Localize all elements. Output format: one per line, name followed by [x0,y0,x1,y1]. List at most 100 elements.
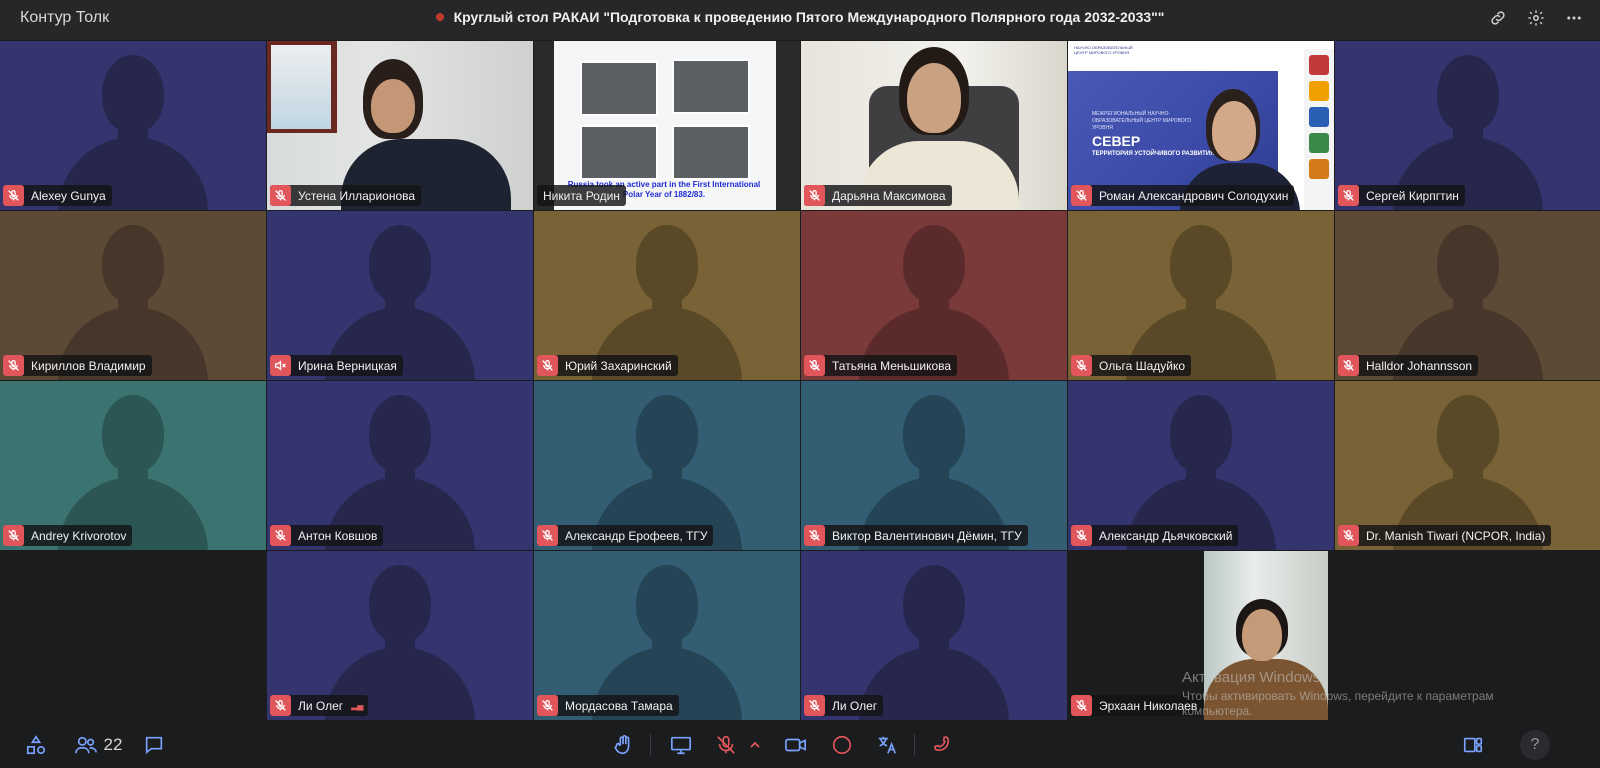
watermark-title: Активация Windows [1182,669,1321,686]
mic-off-icon [1071,525,1092,546]
participant-tile[interactable]: Кириллов Владимир [0,211,266,380]
participant-name: Виктор Валентинович Дёмин, ТГУ [832,528,1022,543]
name-tag: Ольга Шадуйко [1071,355,1192,376]
participant-tile[interactable]: Юрий Захаринский [534,211,800,380]
microphone-muted-icon[interactable] [714,733,738,757]
mic-off-icon [1338,185,1359,206]
mic-off-icon [804,525,825,546]
mic-off-icon [804,185,825,206]
participant-name: Ольга Шадуйко [1099,358,1186,373]
mic-off-icon [270,695,291,716]
empty-tile [0,551,266,720]
participant-name: Andrey Krivorotov [31,528,127,543]
participant-tile[interactable]: Устена Илларионова [267,41,533,210]
name-tag: Юрий Захаринский [537,355,678,376]
participant-tile[interactable]: Halldor Johannsson [1335,211,1600,380]
leave-call-icon[interactable] [930,733,956,757]
participant-name: Александр Дьячковский [1099,528,1233,543]
chat-icon[interactable] [142,733,166,757]
brand-center-text: МЕЖРЕГИОНАЛЬНЫЙ НАУЧНО-ОБРАЗОВАТЕЛЬНЫЙ Ц… [1092,111,1192,131]
name-tag: Дарьяна Максимова [804,185,952,206]
help-button[interactable]: ? [1520,730,1550,760]
apps-icon[interactable] [24,733,48,757]
participant-tile[interactable]: Dr. Manish Tiwari (NCPOR, India) [1335,381,1600,550]
mic-off-icon [3,525,24,546]
mic-off-icon [1071,355,1092,376]
name-tag: Роман Александрович Солодухин [1071,185,1295,206]
mic-off-icon [1071,695,1092,716]
mic-off-icon [1071,185,1092,206]
participant-tile[interactable]: Александр Дьячковский [1068,381,1334,550]
mic-off-icon [1338,355,1359,376]
participant-tile[interactable]: Антон Ковшов [267,381,533,550]
microphone-options-chevron-icon[interactable] [746,733,764,757]
name-tag: Dr. Manish Tiwari (NCPOR, India) [1338,525,1552,546]
participant-tile[interactable]: Russia took an active part in the First … [534,41,800,210]
participant-tile[interactable]: Татьяна Меньшикова [801,211,1067,380]
participant-tile[interactable]: Дарьяна Максимова [801,41,1067,210]
windows-activation-watermark: Активация Windows Чтобы активировать Win… [1182,669,1522,719]
more-icon[interactable] [1564,8,1584,28]
participant-tile[interactable]: Ли Олег ▂▄ [267,551,533,720]
name-tag: Ли Олег [804,695,884,716]
mic-off-icon [537,355,558,376]
name-tag: Антон Ковшов [270,525,384,546]
participant-name: Ирина Верницкая [298,358,397,373]
name-tag: Сергей Кирпгтин [1338,185,1465,206]
brand-headline: СЕВЕР [1092,133,1141,149]
participant-tile[interactable]: Ли Олег [801,551,1067,720]
name-tag: Andrey Krivorotov [3,525,133,546]
raise-hand-icon[interactable] [612,733,636,757]
translate-icon[interactable] [874,733,900,757]
toolbar-divider [650,734,651,756]
slide-photo [672,59,750,114]
record-icon[interactable] [830,733,854,757]
top-bar: Контур Толк Круглый стол РАКАИ "Подготов… [0,0,1600,40]
top-actions [1488,8,1584,28]
participant-name: Юрий Захаринский [565,358,672,373]
camera-icon[interactable] [782,733,810,757]
participant-tile[interactable]: Виктор Валентинович Дёмин, ТГУ [801,381,1067,550]
participant-name: Dr. Manish Tiwari (NCPOR, India) [1366,528,1546,543]
participants-button[interactable]: 22 [70,733,126,757]
participants-count: 22 [103,735,123,754]
mic-off-icon [1338,525,1359,546]
participant-name: Alexey Gunya [31,188,106,203]
mic-off-icon [3,185,24,206]
brand-top-logo-text: НАУЧНО-ОБРАЗОВАТЕЛЬНЫЙ ЦЕНТР МИРОВОГО УР… [1074,45,1133,55]
layout-icon[interactable] [1460,733,1486,757]
participant-name: Halldor Johannsson [1366,358,1473,373]
brand-subline: ТЕРРИТОРИЯ УСТОЙЧИВОГО РАЗВИТИЯ [1092,151,1215,157]
meeting-title: Круглый стол РАКАИ "Подготовка к проведе… [0,9,1600,25]
participant-tile[interactable]: Alexey Gunya [0,41,266,210]
mic-off-icon [270,185,291,206]
mic-off-icon [804,695,825,716]
participant-tile[interactable]: Ирина Верницкая [267,211,533,380]
watermark-text: Чтобы активировать Windows, перейдите к … [1182,689,1494,718]
participant-name: Дарьяна Максимова [832,188,946,203]
name-tag: Мордасова Тамара [537,695,679,716]
participant-name: Антон Ковшов [298,528,378,543]
participants-icon [74,736,97,754]
name-tag: Татьяна Меньшикова [804,355,958,376]
link-icon[interactable] [1488,8,1508,28]
mic-off-icon [3,355,24,376]
participant-name: Никита Родин [543,188,620,203]
participant-tile[interactable]: Мордасова Тамара [534,551,800,720]
participant-tile[interactable]: Ольга Шадуйко [1068,211,1334,380]
speaker-off-icon [270,355,291,376]
participant-tile[interactable]: Александр Ерофеев, ТГУ [534,381,800,550]
participant-name: Сергей Кирпгтин [1366,188,1459,203]
mic-off-icon [537,695,558,716]
slide-photo [672,125,750,180]
mic-off-icon [270,525,291,546]
participant-tile[interactable]: НАУЧНО-ОБРАЗОВАТЕЛЬНЫЙ ЦЕНТР МИРОВОГО УР… [1068,41,1334,210]
participant-name: Ли Олег [832,698,878,713]
participant-name: Роман Александрович Солодухин [1099,188,1289,203]
participant-tile[interactable]: Andrey Krivorotov [0,381,266,550]
screen-share-icon[interactable] [668,733,694,757]
participant-name: Кириллов Владимир [31,358,146,373]
participant-tile[interactable]: Сергей Кирпгтин [1335,41,1600,210]
settings-icon[interactable] [1526,8,1546,28]
name-tag: Кириллов Владимир [3,355,152,376]
